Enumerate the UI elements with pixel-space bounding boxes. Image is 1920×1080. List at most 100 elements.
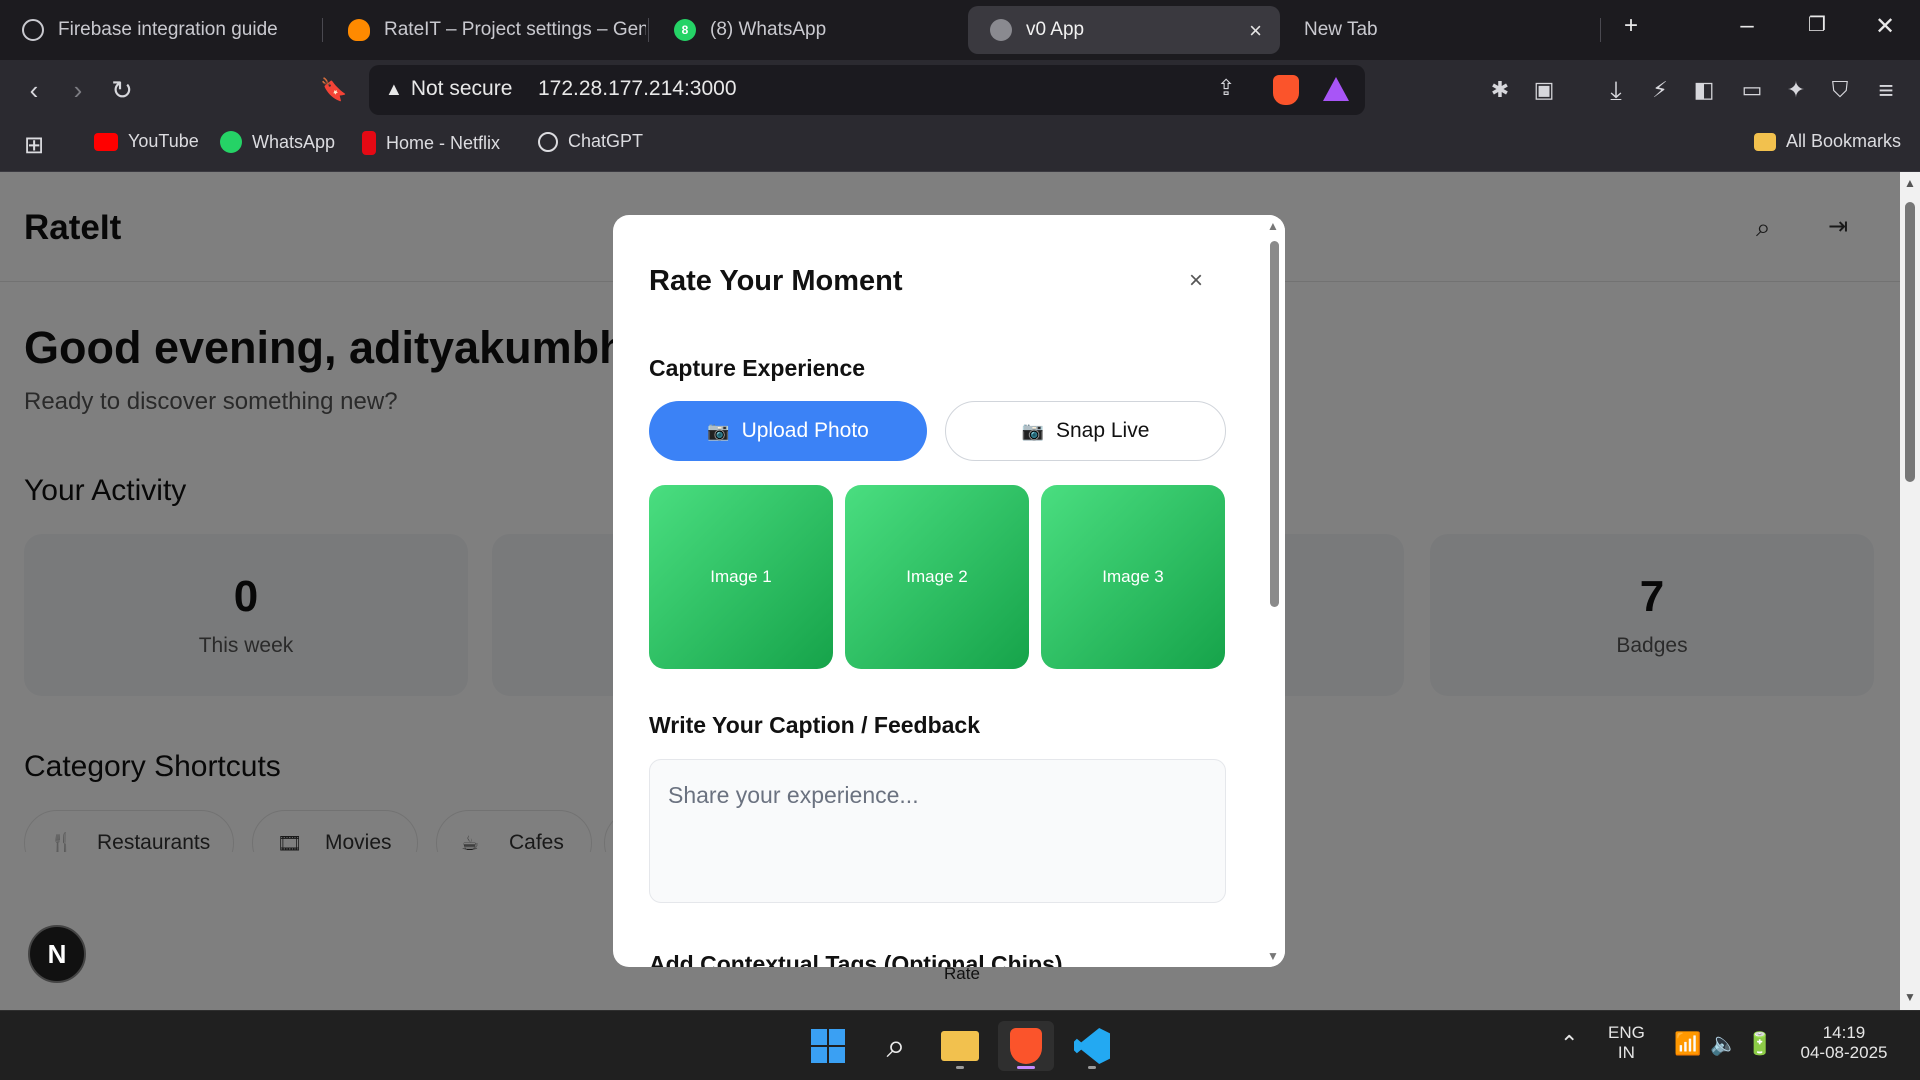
brave-browser-icon[interactable] [998, 1021, 1054, 1071]
firebase-icon [348, 19, 370, 41]
tab-v0-app[interactable]: v0 App × [968, 6, 1280, 54]
leo-ai-icon[interactable]: ✦ [1780, 74, 1812, 106]
snap-live-button[interactable]: 📷 Snap Live [945, 401, 1226, 461]
upload-photo-button[interactable]: 📷 Upload Photo [649, 401, 927, 461]
windows-logo-icon [811, 1029, 845, 1063]
brave-shields-icon[interactable] [1273, 75, 1299, 105]
new-tab-button[interactable]: + [1616, 12, 1646, 40]
start-button[interactable] [800, 1021, 856, 1071]
back-icon[interactable]: ‹ [18, 74, 50, 106]
whatsapp-icon [220, 131, 242, 153]
youtube-icon [94, 132, 118, 151]
netflix-icon [362, 131, 376, 155]
close-tab-icon[interactable]: × [1249, 18, 1262, 44]
image-label: Image 3 [1102, 567, 1164, 586]
security-indicator[interactable]: ▲ Not secure [385, 77, 512, 101]
sidebar-icon[interactable]: ◧ [1688, 74, 1720, 106]
scroll-down-icon[interactable]: ▼ [1904, 990, 1916, 1004]
globe-icon [990, 19, 1012, 41]
image-thumbnail[interactable]: Image 1 [649, 485, 833, 669]
tab-title: (8) WhatsApp [710, 19, 827, 40]
scroll-down-icon[interactable]: ▼ [1267, 949, 1279, 963]
clock-date: 04-08-2025 [1800, 1043, 1888, 1062]
running-indicator [1017, 1066, 1035, 1069]
dev-tools-badge[interactable]: N [28, 925, 86, 983]
wifi-icon[interactable]: 📶 [1674, 1031, 1701, 1057]
bookmark-chatgpt[interactable]: ChatGPT [538, 131, 643, 152]
tab-rateit-settings[interactable]: RateIT – Project settings – Gene [326, 6, 646, 54]
forward-icon[interactable]: › [62, 74, 94, 106]
region-code: IN [1617, 1043, 1635, 1062]
bookmark-icon[interactable]: 🔖 [318, 74, 350, 106]
search-icon[interactable]: ⌕ [868, 1021, 924, 1071]
scroll-up-icon[interactable]: ▲ [1904, 176, 1916, 190]
warning-icon: ▲ [385, 78, 403, 99]
minimize-button[interactable]: – [1732, 12, 1762, 40]
tab-whatsapp[interactable]: 8 (8) WhatsApp [652, 6, 962, 54]
bookmark-youtube[interactable]: YouTube [94, 131, 199, 152]
security-label: Not secure [410, 77, 513, 100]
bookmark-whatsapp[interactable]: WhatsApp [220, 131, 335, 153]
extensions-icon[interactable]: ✱ [1484, 74, 1516, 106]
downloads-icon[interactable]: ⤓ [1600, 74, 1632, 106]
tab-divider [1600, 18, 1601, 42]
brave-logo-icon [1010, 1028, 1042, 1064]
capture-heading: Capture Experience [649, 355, 866, 381]
language-indicator[interactable]: ENG IN [1608, 1023, 1645, 1063]
chatgpt-icon [538, 131, 558, 152]
file-explorer-icon[interactable] [932, 1021, 988, 1071]
vscode-logo-icon [1074, 1028, 1110, 1064]
bottom-nav-rate[interactable]: Rate [944, 964, 980, 984]
image-thumbnail[interactable]: Image 2 [845, 485, 1029, 669]
all-bookmarks-label: All Bookmarks [1786, 131, 1902, 151]
close-window-button[interactable]: ✕ [1870, 12, 1900, 41]
page-scrollbar[interactable]: ▲ ▼ [1900, 172, 1920, 1010]
caption-textarea[interactable] [649, 759, 1226, 903]
chatgpt-icon [22, 19, 44, 41]
image-label: Image 1 [710, 567, 772, 586]
tab-title: New Tab [1304, 19, 1378, 40]
bookmark-label: ChatGPT [568, 131, 644, 151]
show-hidden-icons[interactable]: ⌃ [1560, 1031, 1578, 1057]
folder-icon [1754, 132, 1776, 151]
url-text[interactable]: 172.28.177.214:3000 [538, 77, 737, 101]
close-icon[interactable]: × [1181, 267, 1211, 295]
brave-rewards-icon[interactable] [1323, 77, 1349, 101]
scrollbar-thumb[interactable] [1905, 202, 1915, 482]
reader-mode-icon[interactable]: ▣ [1528, 74, 1560, 106]
scroll-up-icon[interactable]: ▲ [1267, 219, 1279, 233]
bookmark-netflix[interactable]: Home - Netflix [362, 131, 500, 155]
share-icon[interactable]: ⇪ [1217, 75, 1235, 101]
camera-icon: 📷 [1021, 420, 1044, 441]
wallet-icon[interactable]: ▭ [1736, 74, 1768, 106]
running-indicator [1088, 1066, 1096, 1069]
whatsapp-icon: 8 [674, 19, 696, 41]
menu-icon[interactable]: ≡ [1870, 74, 1902, 106]
all-bookmarks[interactable]: All Bookmarks [1754, 131, 1901, 152]
tab-title: RateIT – Project settings – Gene [384, 19, 646, 40]
tab-title: v0 App [1026, 19, 1085, 40]
tab-divider [322, 18, 323, 42]
image-thumbnail[interactable]: Image 3 [1041, 485, 1225, 669]
address-bar[interactable]: ▲ Not secure 172.28.177.214:3000 ⇪ [369, 65, 1365, 115]
volume-icon[interactable]: 🔈 [1710, 1031, 1737, 1057]
bookmark-label: Home - Netflix [386, 132, 501, 153]
tab-firebase-guide[interactable]: Firebase integration guide [0, 6, 320, 54]
reload-icon[interactable]: ↻ [106, 74, 138, 106]
tab-divider [648, 18, 649, 42]
modal-scrollbar[interactable]: ▲ ▼ [1264, 215, 1285, 967]
clock[interactable]: 14:19 04-08-2025 [1796, 1023, 1892, 1063]
speedreader-icon[interactable]: ⚡ [1644, 74, 1676, 106]
windows-taskbar: ⌕ ⌃ ENG IN 📶 🔈 🔋 14:19 04-08-2025 [0, 1010, 1920, 1080]
folder-icon [941, 1031, 979, 1061]
restore-button[interactable]: ❐ [1802, 12, 1832, 37]
battery-icon[interactable]: 🔋 [1746, 1031, 1773, 1057]
scrollbar-thumb[interactable] [1270, 241, 1279, 607]
vpn-shield-icon[interactable]: ⛉ [1824, 74, 1856, 106]
image-label: Image 2 [906, 567, 968, 586]
caption-heading: Write Your Caption / Feedback [649, 712, 981, 738]
button-label: Snap Live [1056, 419, 1150, 442]
apps-grid-icon[interactable]: ⊞ [24, 131, 44, 160]
tab-new-tab[interactable]: New Tab [1282, 6, 1582, 54]
vscode-icon[interactable] [1064, 1021, 1120, 1071]
